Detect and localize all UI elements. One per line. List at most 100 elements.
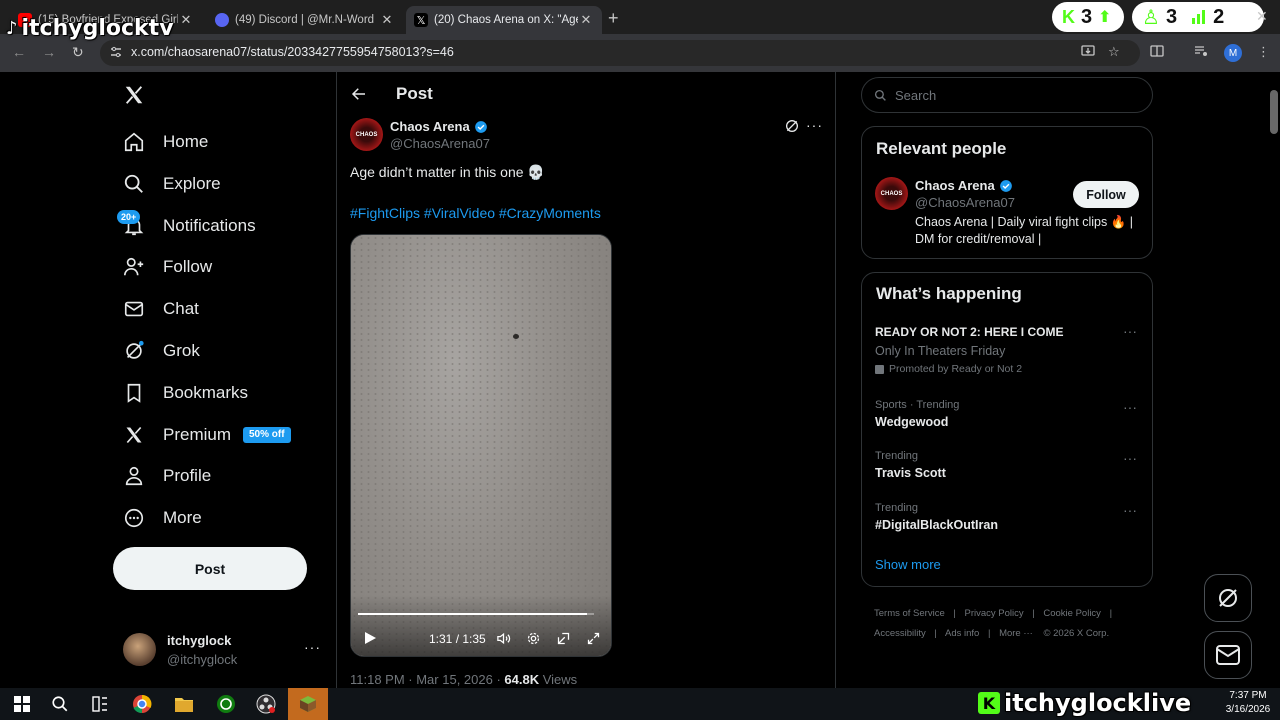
post-button[interactable]: Post [113,547,307,590]
terms-link[interactable]: Terms of Service [874,608,945,619]
nav-more[interactable]: More [123,498,202,538]
post-hashtags[interactable]: #FightClips #ViralVideo #CrazyMoments [350,205,601,221]
xbox-app-icon[interactable] [214,692,238,716]
promo-headline: READY OR NOT 2: HERE I COME [875,325,1064,339]
split-view-icon[interactable] [1150,44,1164,58]
close-tab-icon[interactable]: ✕ [578,12,594,28]
trend-item[interactable]: Trending Travis Scott ··· [875,450,1141,480]
author-avatar[interactable]: CHAOS [350,118,383,151]
clock-date: 3/16/2026 [1225,704,1271,715]
back-arrow-icon[interactable] [350,85,368,103]
kick-viewers-pill: K 3 ⬆ [1052,2,1124,32]
nav-premium[interactable]: Premium [123,415,231,455]
nav-explore[interactable]: Explore [123,164,221,204]
search-placeholder: Search [895,87,937,103]
forward-button[interactable]: → [42,44,56,60]
play-icon[interactable] [363,631,377,645]
ads-info-link[interactable]: Ads info [945,628,979,639]
settings-gear-icon[interactable] [526,631,541,646]
trend-item-promo[interactable]: READY OR NOT 2: HERE I COME Only In Thea… [875,323,1141,375]
nav-chat[interactable]: Chat [123,289,199,329]
search-input[interactable]: Search [861,77,1153,113]
taskbar-clock[interactable]: 7:37 PM 3/16/2026 [1218,689,1278,717]
scrollbar-thumb[interactable] [1270,90,1278,134]
trend-more-icon[interactable]: ··· [1123,450,1137,466]
nav-home[interactable]: Home [123,122,208,162]
accessibility-link[interactable]: Accessibility [874,628,926,639]
nav-follow[interactable]: Follow [123,247,212,287]
account-handle: @itchyglock [167,652,238,667]
windows-start-icon[interactable] [10,692,34,716]
browser-menu-icon[interactable]: ⋮ [1257,44,1270,60]
trend-item[interactable]: Trending #DigitalBlackOutIran ··· [875,502,1141,532]
profile-avatar[interactable]: M [1224,44,1242,62]
post-more-icon[interactable]: ··· [806,117,823,133]
avatar [123,633,156,666]
video-progress-track[interactable] [358,613,594,615]
picture-in-picture-icon[interactable] [556,631,571,646]
trend-name: Wedgewood [875,415,949,429]
notifications-badge: 20+ [117,210,141,224]
trend-meta: Trending [875,450,919,462]
trend-item[interactable]: Sports · Trending Wedgewood ··· [875,399,1141,429]
url-text[interactable]: x.com/chaosarena07/status/20334277559547… [131,45,454,59]
new-tab-button[interactable]: + [608,8,619,29]
show-more-link[interactable]: Show more [875,557,941,572]
browser-tab-discord[interactable]: (49) Discord | @Mr.N-Word ✕ [207,6,403,34]
back-button[interactable]: ← [12,44,26,60]
page-scrollbar[interactable] [1268,72,1280,688]
account-switcher[interactable]: itchyglock @itchyglock ··· [123,631,323,671]
browser-tab-x[interactable]: 𝕏 (20) Chaos Arena on X: "Age di ✕ [406,6,602,34]
nav-grok[interactable]: Grok [123,331,200,371]
x-icon [123,424,145,446]
install-app-icon[interactable] [1081,44,1095,58]
chrome-icon[interactable] [130,692,154,716]
volume-icon[interactable] [496,631,511,646]
account-menu-icon[interactable]: ··· [304,639,321,655]
grok-explain-icon[interactable] [784,118,800,134]
footer-more-link[interactable]: More ··· [999,628,1033,639]
nav-bookmarks[interactable]: Bookmarks [123,373,248,413]
x-logo-icon[interactable] [123,84,147,108]
video-progress-fill [358,613,587,615]
video-controls-shade [351,595,611,656]
author-name-row[interactable]: Chaos Arena [390,119,488,134]
trend-more-icon[interactable]: ··· [1123,323,1137,339]
bar-chart-icon [1191,9,1207,25]
live-name: itchyglocklive [1004,689,1192,717]
messages-fab-button[interactable] [1204,631,1252,679]
fullscreen-icon[interactable] [586,631,601,646]
nav-label: Profile [163,466,212,485]
nav-profile[interactable]: Profile [123,456,211,496]
follow-button[interactable]: Follow [1073,181,1139,208]
kick-icon: K [978,692,1000,714]
relevant-avatar[interactable]: CHAOS [875,177,908,210]
close-tab-icon[interactable]: ✕ [379,12,395,28]
video-player[interactable]: 1:31 / 1:35 [350,234,612,657]
grok-icon [123,340,145,362]
bookmark-star-icon[interactable]: ☆ [1108,44,1120,60]
grok-fab-button[interactable] [1204,574,1252,622]
footer-row: Accessibility | Ads info | More ··· © 20… [874,628,1110,639]
media-control-icon[interactable] [1194,44,1208,58]
relevant-name-row[interactable]: Chaos Arena [915,178,1013,193]
site-info-icon[interactable] [110,46,122,58]
trend-more-icon[interactable]: ··· [1123,399,1137,415]
window-close-icon[interactable]: ✕ [1256,8,1268,25]
obs-app-icon[interactable] [254,692,278,716]
more-circle-icon [123,507,145,529]
close-tab-icon[interactable]: ✕ [178,12,194,28]
taskbar-search-icon[interactable] [48,692,72,716]
privacy-link[interactable]: Privacy Policy [965,608,1024,619]
cookie-link[interactable]: Cookie Policy [1043,608,1101,619]
relevant-bio: Chaos Arena | Daily viral fight clips 🔥 … [915,215,1133,246]
video-time: 1:31 / 1:35 [429,632,486,646]
task-view-icon[interactable] [88,692,112,716]
followers-count: 3 [1165,5,1178,28]
trend-more-icon[interactable]: ··· [1123,502,1137,518]
reload-button[interactable]: ↻ [72,44,84,61]
trend-name: #DigitalBlackOutIran [875,518,998,532]
minecraft-app-icon[interactable] [288,688,328,720]
file-explorer-icon[interactable] [172,692,196,716]
nav-notifications[interactable]: Notifications [123,206,256,246]
